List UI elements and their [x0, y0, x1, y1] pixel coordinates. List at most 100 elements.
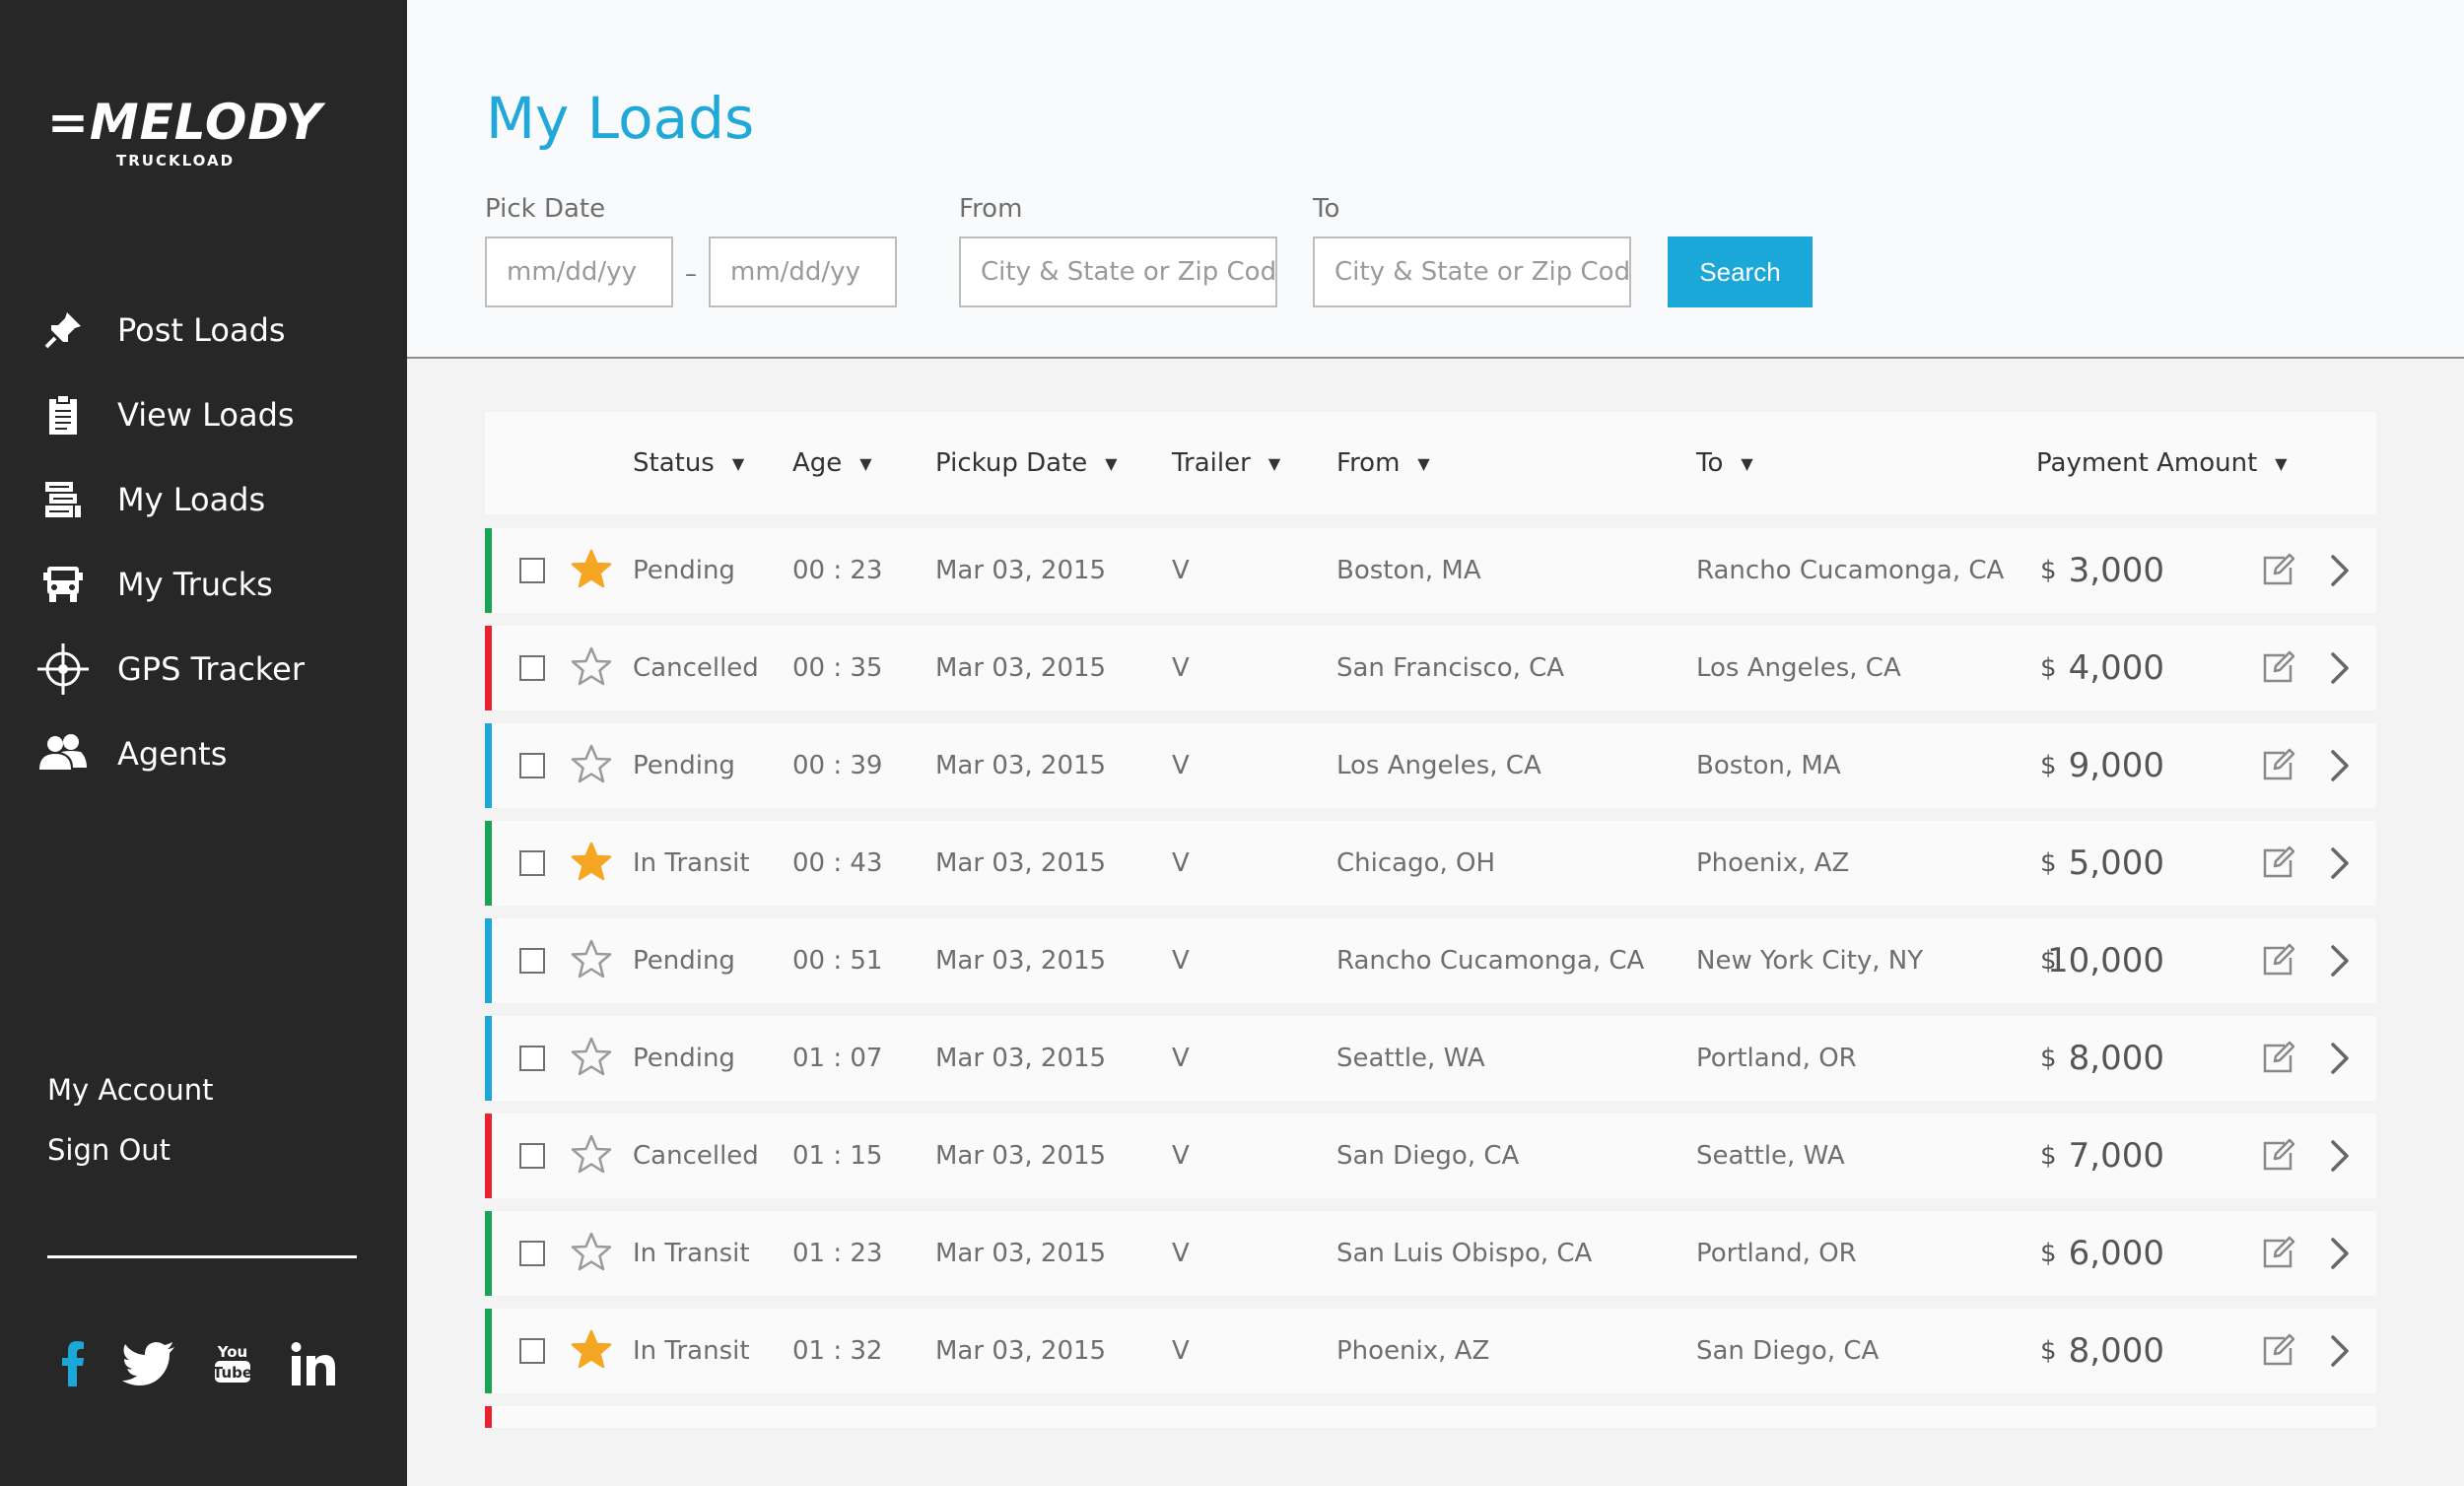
svg-text:Tube: Tube — [213, 1364, 252, 1382]
sort-caret-icon: ▼ — [1741, 453, 1753, 473]
edit-icon[interactable] — [2259, 844, 2296, 882]
from-cell: San Francisco, CA — [1336, 653, 1565, 683]
status-cell: Pending — [633, 1044, 735, 1073]
row-checkbox[interactable] — [519, 1338, 545, 1364]
sort-pickup-date[interactable]: Pickup Date ▼ — [935, 412, 1118, 514]
status-cell: Pending — [633, 556, 735, 585]
truck-icon — [35, 557, 91, 612]
age-cell: 00 : 51 — [792, 946, 883, 976]
status-bar — [485, 1211, 492, 1296]
chevron-right-icon[interactable] — [2320, 552, 2358, 589]
chevron-right-icon[interactable] — [2320, 649, 2358, 687]
chevron-right-icon[interactable] — [2320, 1137, 2358, 1175]
star-outline-icon[interactable] — [570, 1133, 613, 1177]
status-bar — [485, 1114, 492, 1198]
table-row[interactable]: Cancelled 01 : 15 Mar 03, 2015 V San Die… — [485, 1114, 2376, 1198]
chevron-right-icon[interactable] — [2320, 844, 2358, 882]
sort-from[interactable]: From ▼ — [1336, 412, 1430, 514]
row-checkbox[interactable] — [519, 1046, 545, 1071]
star-outline-icon[interactable] — [570, 1231, 613, 1274]
star-filled-icon[interactable] — [570, 841, 613, 884]
status-bar — [485, 528, 492, 613]
row-checkbox[interactable] — [519, 1143, 545, 1169]
sidebar-item-my-loads[interactable]: My Loads — [0, 457, 407, 542]
chevron-right-icon[interactable] — [2320, 1332, 2358, 1370]
table-row-partial — [485, 1406, 2376, 1428]
sign-out-link[interactable]: Sign Out — [47, 1130, 214, 1190]
row-checkbox[interactable] — [519, 753, 545, 778]
sort-payment-amount[interactable]: Payment Amount ▼ — [2036, 412, 2288, 514]
table-row[interactable]: Pending 01 : 07 Mar 03, 2015 V Seattle, … — [485, 1016, 2376, 1101]
sidebar-item-label: Agents — [117, 735, 228, 773]
star-outline-icon[interactable] — [570, 645, 613, 689]
edit-icon[interactable] — [2259, 747, 2296, 784]
sidebar-item-view-loads[interactable]: View Loads — [0, 372, 407, 457]
from-label: From — [959, 194, 1023, 224]
row-checkbox[interactable] — [519, 558, 545, 583]
edit-icon[interactable] — [2259, 1235, 2296, 1272]
twitter-icon[interactable] — [122, 1332, 175, 1395]
payment-amount: 10,000 — [2047, 941, 2164, 980]
edit-icon[interactable] — [2259, 1332, 2296, 1370]
star-outline-icon[interactable] — [570, 938, 613, 981]
sort-to[interactable]: To ▼ — [1696, 412, 1753, 514]
chevron-right-icon[interactable] — [2320, 747, 2358, 784]
to-cell: Los Angeles, CA — [1696, 653, 1901, 683]
sidebar-item-my-trucks[interactable]: My Trucks — [0, 542, 407, 627]
table-row[interactable]: Pending 00 : 51 Mar 03, 2015 V Rancho Cu… — [485, 918, 2376, 1003]
from-location-input[interactable] — [959, 236, 1277, 307]
sort-caret-icon: ▼ — [859, 453, 872, 473]
table-row[interactable]: Cancelled 00 : 35 Mar 03, 2015 V San Fra… — [485, 626, 2376, 710]
edit-icon[interactable] — [2259, 1040, 2296, 1077]
chevron-right-icon[interactable] — [2320, 1040, 2358, 1077]
star-filled-icon[interactable] — [570, 548, 613, 591]
star-outline-icon[interactable] — [570, 1036, 613, 1079]
linkedin-icon[interactable] — [290, 1332, 337, 1395]
sidebar: =MELODY TRUCKLOAD Post Loads View Loads … — [0, 0, 407, 1486]
to-location-input[interactable] — [1313, 236, 1631, 307]
sort-trailer[interactable]: Trailer ▼ — [1172, 412, 1280, 514]
row-checkbox[interactable] — [519, 655, 545, 681]
table-row[interactable]: Pending 00 : 39 Mar 03, 2015 V Los Angel… — [485, 723, 2376, 808]
star-outline-icon[interactable] — [570, 743, 613, 786]
facebook-icon[interactable] — [61, 1332, 85, 1395]
status-bar — [485, 918, 492, 1003]
to-label: To — [1313, 194, 1340, 224]
row-checkbox[interactable] — [519, 1241, 545, 1266]
chevron-right-icon[interactable] — [2320, 1235, 2358, 1272]
table-row[interactable]: In Transit 01 : 32 Mar 03, 2015 V Phoeni… — [485, 1309, 2376, 1393]
trailer-cell: V — [1172, 1141, 1190, 1171]
payment-amount: 7,000 — [2068, 1136, 2164, 1176]
edit-icon[interactable] — [2259, 649, 2296, 687]
sidebar-item-agents[interactable]: Agents — [0, 711, 407, 796]
from-cell: San Diego, CA — [1336, 1141, 1520, 1171]
payment-amount: 8,000 — [2068, 1331, 2164, 1371]
pick-date-label: Pick Date — [485, 194, 606, 224]
edit-icon[interactable] — [2259, 942, 2296, 979]
pick-date-from-input[interactable] — [485, 236, 673, 307]
pick-date-to-input[interactable] — [709, 236, 897, 307]
my-account-link[interactable]: My Account — [47, 1070, 214, 1130]
sidebar-item-gps-tracker[interactable]: GPS Tracker — [0, 627, 407, 711]
youtube-icon[interactable]: You Tube — [213, 1332, 252, 1395]
star-filled-icon[interactable] — [570, 1328, 613, 1372]
sidebar-item-post-loads[interactable]: Post Loads — [0, 288, 407, 372]
edit-icon[interactable] — [2259, 552, 2296, 589]
table-row[interactable]: In Transit 01 : 23 Mar 03, 2015 V San Lu… — [485, 1211, 2376, 1296]
edit-icon[interactable] — [2259, 1137, 2296, 1175]
table-row[interactable]: In Transit 00 : 43 Mar 03, 2015 V Chicag… — [485, 821, 2376, 906]
row-checkbox[interactable] — [519, 948, 545, 974]
search-button[interactable]: Search — [1668, 236, 1813, 307]
sidebar-nav: Post Loads View Loads My Loads My Trucks… — [0, 288, 407, 796]
logo[interactable]: =MELODY TRUCKLOAD — [47, 95, 321, 169]
sort-age[interactable]: Age ▼ — [792, 412, 872, 514]
sort-status[interactable]: Status ▼ — [633, 412, 744, 514]
age-cell: 00 : 43 — [792, 848, 883, 878]
sort-caret-icon: ▼ — [1105, 453, 1118, 473]
currency-symbol: $ — [2040, 653, 2057, 683]
status-cell: Cancelled — [633, 1141, 759, 1171]
age-cell: 01 : 23 — [792, 1239, 883, 1268]
chevron-right-icon[interactable] — [2320, 942, 2358, 979]
table-row[interactable]: Pending 00 : 23 Mar 03, 2015 V Boston, M… — [485, 528, 2376, 613]
row-checkbox[interactable] — [519, 850, 545, 876]
